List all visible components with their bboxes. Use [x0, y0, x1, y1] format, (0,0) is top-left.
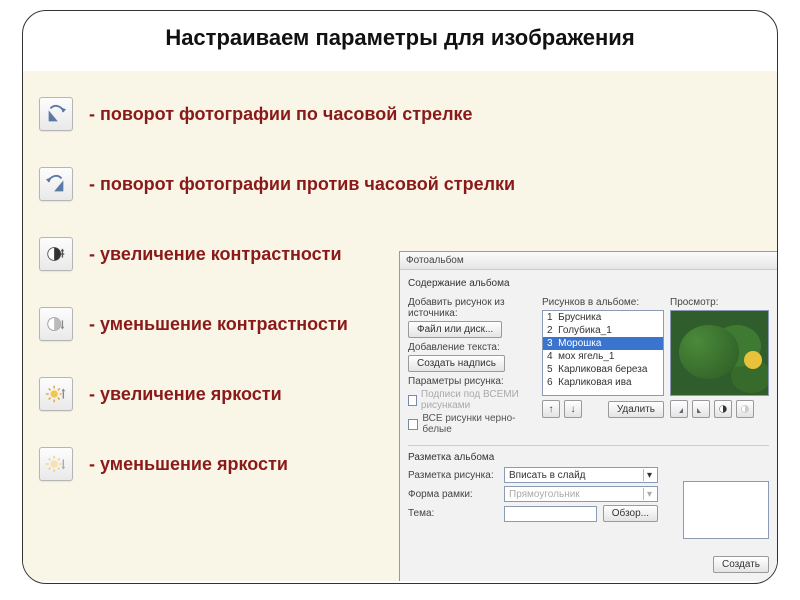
- row-label: - поворот фотографии против часовой стре…: [89, 174, 515, 195]
- group-content-label: Содержание альбома: [408, 278, 769, 289]
- move-down-button[interactable]: ↓: [564, 400, 582, 418]
- layout-preview-box: [683, 481, 769, 539]
- layout-combo[interactable]: Вписать в слайд▾: [504, 467, 658, 483]
- brightness-up-icon[interactable]: [39, 377, 73, 411]
- list-item: 6 Карликовая ива: [543, 376, 663, 389]
- list-item-selected: 3 Морошка: [543, 337, 663, 350]
- slide-card: Настраиваем параметры для изображения - …: [22, 10, 778, 584]
- chevron-down-icon: ▾: [643, 488, 655, 500]
- list-item: 5 Карликовая береза: [543, 363, 663, 376]
- photoalbum-dialog: Фотоальбом Содержание альбома Добавить р…: [399, 251, 777, 581]
- create-caption-button[interactable]: Создать надпись: [408, 355, 505, 372]
- create-button[interactable]: Создать: [713, 556, 769, 573]
- chk-captions[interactable]: Подписи под ВСЕМИ рисунками: [408, 389, 536, 411]
- row-rotate-ccw: - поворот фотографии против часовой стре…: [33, 149, 553, 219]
- theme-input[interactable]: [504, 506, 597, 522]
- mini-rotate-cw-icon[interactable]: [692, 400, 710, 418]
- remove-button[interactable]: Удалить: [608, 401, 664, 418]
- page-title: Настраиваем параметры для изображения: [23, 25, 777, 51]
- move-up-button[interactable]: ↑: [542, 400, 560, 418]
- row-label: - уменьшение контрастности: [89, 314, 348, 335]
- row-label: - увеличение яркости: [89, 384, 282, 405]
- row-rotate-cw: - поворот фотографии по часовой стрелке: [33, 79, 553, 149]
- mini-contrast-up-icon[interactable]: [714, 400, 732, 418]
- picture-params-label: Параметры рисунка:: [408, 376, 536, 387]
- mini-rotate-ccw-icon[interactable]: [670, 400, 688, 418]
- dialog-title: Фотоальбом: [400, 252, 777, 270]
- rotate-ccw-icon[interactable]: [39, 167, 73, 201]
- chk-bw[interactable]: ВСЕ рисунки черно-белые: [408, 413, 536, 435]
- add-from-label: Добавить рисунок из источника:: [408, 297, 536, 319]
- list-item: 4 мох ягель_1: [543, 350, 663, 363]
- contrast-up-icon[interactable]: [39, 237, 73, 271]
- row-label: - увеличение контрастности: [89, 244, 342, 265]
- list-item: 2 Голубика_1: [543, 324, 663, 337]
- preview-image: [670, 310, 769, 396]
- preview-header: Просмотр:: [670, 297, 769, 308]
- list-header: Рисунков в альбоме:: [542, 297, 664, 308]
- brightness-down-icon[interactable]: [39, 447, 73, 481]
- col-list: Рисунков в альбоме: 1 Брусника 2 Голубик…: [542, 293, 664, 437]
- theme-label: Тема:: [408, 508, 498, 519]
- browse-button[interactable]: Обзор...: [603, 505, 658, 522]
- col-preview: Просмотр:: [670, 293, 769, 437]
- mini-contrast-down-icon[interactable]: [736, 400, 754, 418]
- rotate-cw-icon[interactable]: [39, 97, 73, 131]
- row-label: - уменьшение яркости: [89, 454, 288, 475]
- col-sources: Добавить рисунок из источника: Файл или …: [408, 293, 536, 437]
- layout-group-label: Разметка альбома: [408, 452, 769, 463]
- frame-label: Форма рамки:: [408, 489, 498, 500]
- row-label: - поворот фотографии по часовой стрелке: [89, 104, 473, 125]
- list-item: 1 Брусника: [543, 311, 663, 324]
- pictures-listbox[interactable]: 1 Брусника 2 Голубика_1 3 Морошка 4 мох …: [542, 310, 664, 396]
- layout-label: Разметка рисунка:: [408, 470, 498, 481]
- file-disk-button[interactable]: Файл или диск...: [408, 321, 502, 338]
- frame-combo: Прямоугольник▾: [504, 486, 658, 502]
- add-text-label: Добавление текста:: [408, 342, 536, 353]
- contrast-down-icon[interactable]: [39, 307, 73, 341]
- chevron-down-icon: ▾: [643, 469, 655, 481]
